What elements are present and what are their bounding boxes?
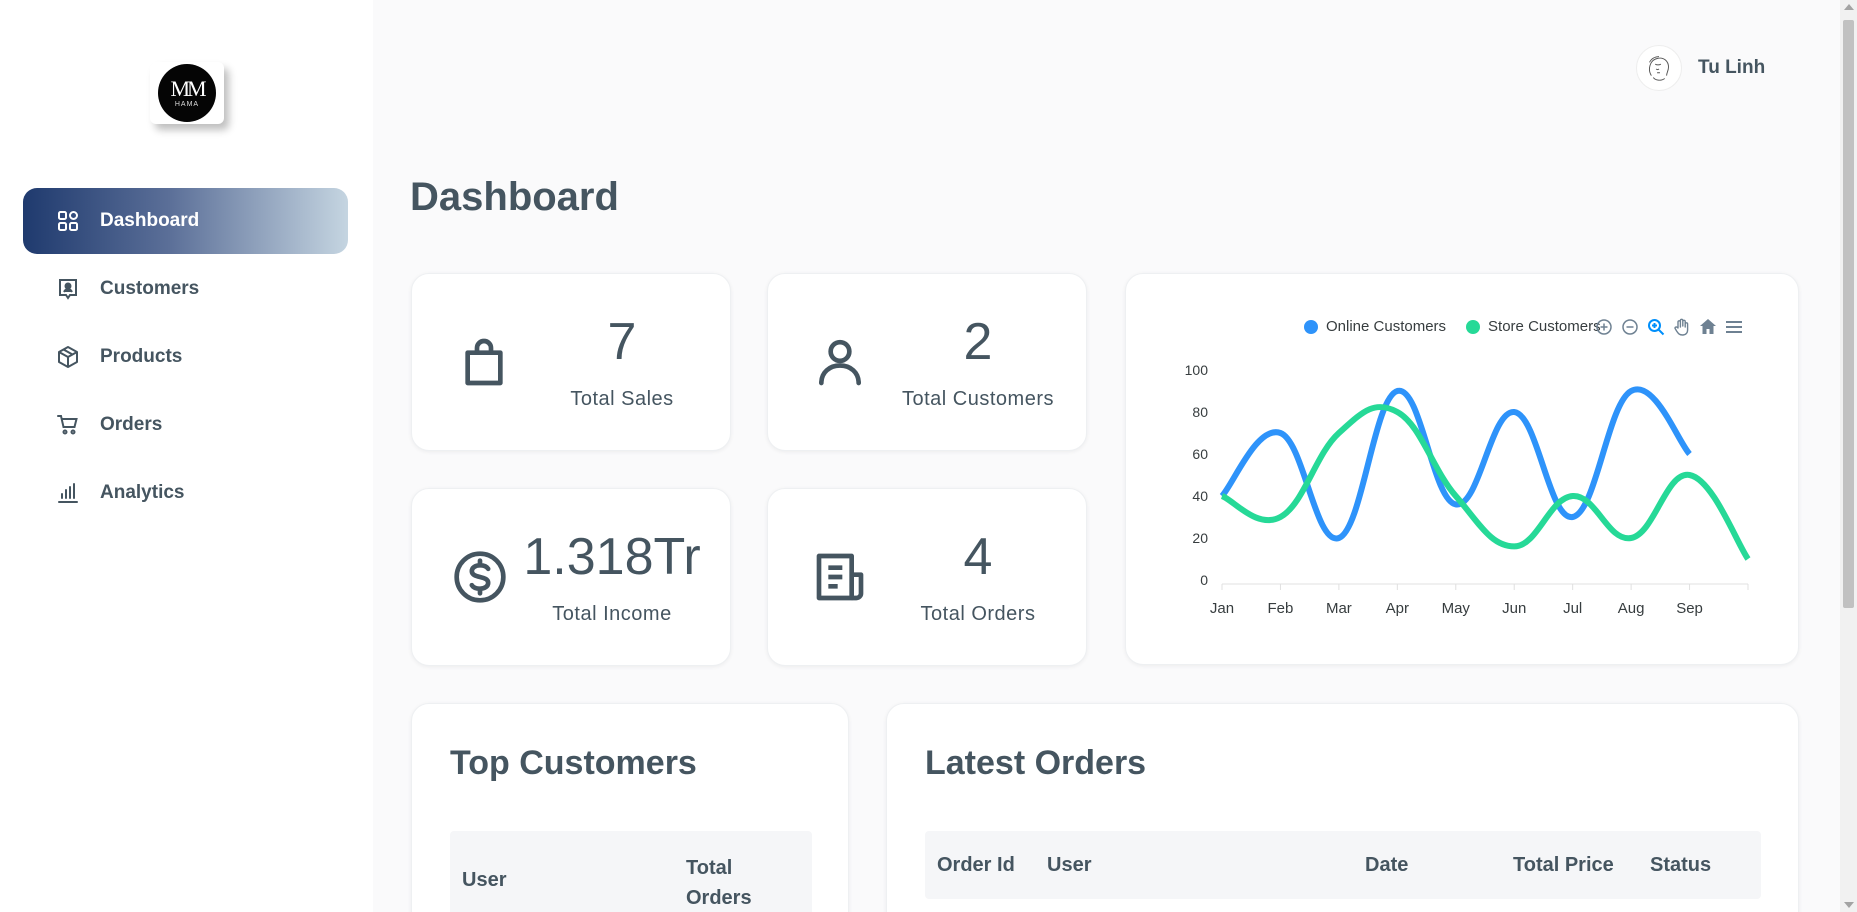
legend-entry-online[interactable]: Online Customers <box>1304 318 1446 335</box>
sidebar-item-label: Customers <box>100 278 200 299</box>
stat-card-total-income: 1.318Tr Total Income <box>411 488 731 666</box>
logo-text: HAMA <box>174 100 200 108</box>
legend-label: Store Customers <box>1488 318 1601 335</box>
user-icon <box>812 334 868 390</box>
legend-marker <box>1466 319 1481 334</box>
latest-orders-table-header: Order Id User Date Total Price Status <box>925 831 1761 899</box>
x-tick-label: Jan <box>1210 600 1234 617</box>
panel-title: Latest Orders <box>925 744 1147 782</box>
logo[interactable]: MM HAMA <box>150 62 224 124</box>
stat-label: Total Customers <box>902 388 1054 410</box>
x-tick-label: Aug <box>1618 600 1645 617</box>
sidebar-item-dashboard[interactable]: Dashboard <box>23 188 348 254</box>
x-tick-label: Sep <box>1676 600 1703 617</box>
column-header-total-orders: Total Orders <box>686 857 752 909</box>
cube-icon <box>56 345 80 369</box>
dollar-circle-icon <box>452 549 508 605</box>
user-name: Tu Linh <box>1698 57 1766 78</box>
x-tick-label: May <box>1442 600 1471 617</box>
contact-icon <box>56 277 80 301</box>
y-tick-label: 100 <box>1185 362 1209 378</box>
y-tick-label: 0 <box>1200 572 1208 588</box>
stat-value: 7 <box>607 313 637 371</box>
stat-value: 4 <box>963 528 993 586</box>
stat-label: Total Orders <box>920 603 1036 625</box>
cart-icon <box>56 413 80 437</box>
sidebar-item-label: Products <box>100 346 183 367</box>
page-title: Dashboard <box>410 175 619 219</box>
scroll-thumb[interactable] <box>1843 20 1854 608</box>
sketch-avatar-icon <box>1636 45 1682 91</box>
column-header-date: Date <box>1365 853 1409 876</box>
sidebar-nav: Dashboard Customers Products Orders Anal… <box>23 188 348 528</box>
chart-toolbar <box>1593 316 1749 338</box>
column-header-status: Status <box>1650 853 1712 876</box>
x-tick-label: Jul <box>1563 600 1582 617</box>
top-customers-panel: Top Customers User Total Orders <box>411 703 849 912</box>
stat-label: Total Sales <box>570 388 674 410</box>
zoom-out-icon[interactable] <box>1619 316 1641 338</box>
series-line-store-customers <box>1220 404 1751 561</box>
shopping-bag-icon <box>456 334 512 390</box>
chart-legend: Online Customers Store Customers <box>1304 318 1621 335</box>
zoom-in-icon[interactable] <box>1593 316 1615 338</box>
sidebar-item-label: Analytics <box>100 482 185 503</box>
y-tick-label: 60 <box>1192 446 1208 462</box>
scroll-up-arrow-icon[interactable] <box>1844 4 1854 10</box>
scroll-down-arrow-icon[interactable] <box>1844 902 1854 908</box>
x-tick-label: Mar <box>1326 600 1352 617</box>
sidebar-item-analytics[interactable]: Analytics <box>23 460 348 526</box>
sidebar-item-orders[interactable]: Orders <box>23 392 348 458</box>
series-line-online-customers <box>1219 386 1692 542</box>
pan-hand-icon[interactable] <box>1671 316 1693 338</box>
page-scrollbar[interactable] <box>1840 0 1857 912</box>
y-tick-label: 20 <box>1192 530 1208 546</box>
stat-value: 2 <box>963 313 993 371</box>
stat-value: 1.318Tr <box>523 528 701 586</box>
top-customers-table-header: User Total Orders <box>450 831 812 912</box>
customers-chart-card: Jan Feb Mar Apr May Jun Jul Aug Sep 0 20 40 60 80 100 … <box>1125 273 1799 665</box>
x-tick-label: Feb <box>1268 600 1294 617</box>
legend-label: Online Customers <box>1326 318 1447 335</box>
user-menu[interactable]: Tu Linh <box>1636 45 1765 91</box>
menu-icon[interactable] <box>1723 316 1745 338</box>
panel-title: Top Customers <box>450 744 697 782</box>
column-header-user: User <box>462 869 507 891</box>
column-header-total-price: Total Price <box>1513 853 1614 876</box>
sidebar: MM HAMA Dashboard Customers Products Ord… <box>0 0 373 912</box>
y-tick-label: 80 <box>1192 404 1208 420</box>
legend-entry-store[interactable]: Store Customers <box>1466 318 1601 335</box>
bar-chart-icon <box>56 481 80 505</box>
logo-mark: MM HAMA <box>158 64 216 122</box>
grid-icon <box>56 209 80 233</box>
x-tick-label: Apr <box>1386 600 1409 617</box>
column-header-order-id: Order Id <box>937 853 1015 876</box>
stat-label: Total Income <box>552 603 672 625</box>
y-tick-label: 40 <box>1192 488 1208 504</box>
logo-monogram: MM <box>170 75 206 101</box>
column-header-user: User <box>1047 853 1092 876</box>
sidebar-item-customers[interactable]: Customers <box>23 256 348 322</box>
sidebar-item-label: Orders <box>100 414 163 435</box>
x-tick-label: Jun <box>1502 600 1526 617</box>
sidebar-item-products[interactable]: Products <box>23 324 348 390</box>
legend-marker <box>1304 319 1318 334</box>
stat-card-total-orders: 4 Total Orders <box>767 488 1087 666</box>
latest-orders-panel: Latest Orders Order Id User Date Total P… <box>886 703 1799 912</box>
stat-card-total-sales: 7 Total Sales <box>411 273 731 451</box>
sidebar-item-label: Dashboard <box>100 210 200 231</box>
reset-home-icon[interactable] <box>1697 316 1719 338</box>
stat-card-total-customers: 2 Total Customers <box>767 273 1087 451</box>
receipt-icon <box>812 549 868 605</box>
zoom-select-icon[interactable] <box>1645 316 1667 338</box>
